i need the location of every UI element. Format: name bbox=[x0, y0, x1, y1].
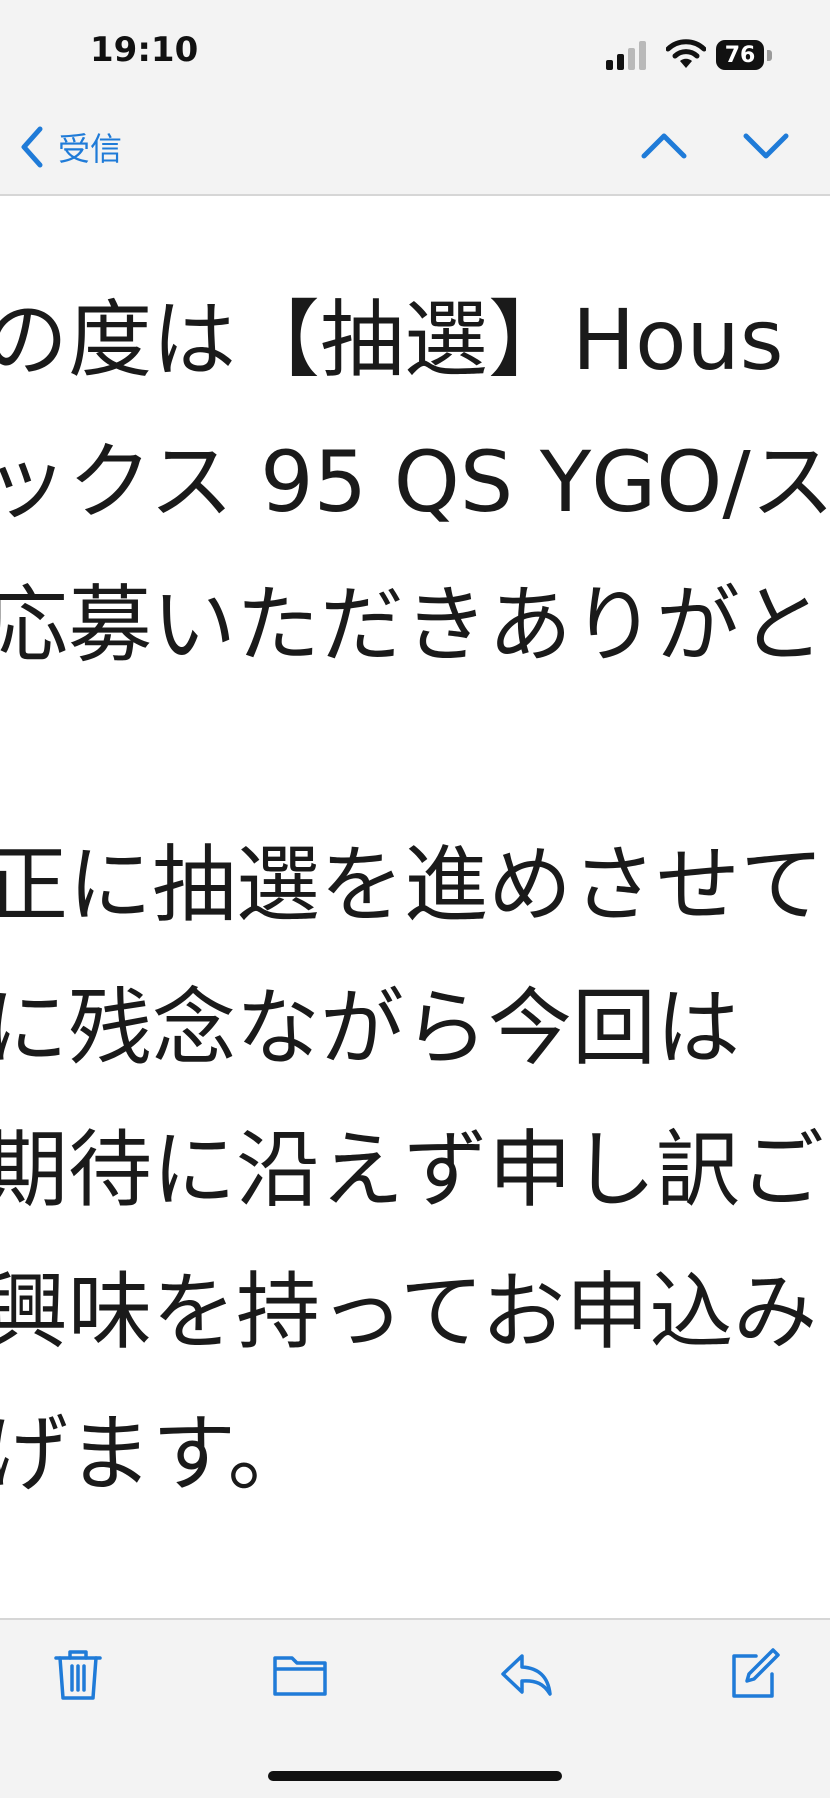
trash-icon bbox=[54, 1650, 102, 1700]
status-time: 19:10 bbox=[90, 30, 199, 70]
email-body-line: 興味を持ってお申込み bbox=[0, 1263, 818, 1361]
previous-message-button[interactable] bbox=[640, 126, 688, 166]
trash-button[interactable] bbox=[50, 1646, 106, 1702]
wifi-icon bbox=[666, 39, 706, 68]
email-body-line: 期待に沿えず申し訳ご bbox=[0, 1121, 825, 1219]
email-body-line: の度は【抽選】Hous bbox=[0, 291, 784, 389]
chevron-down-icon bbox=[743, 133, 789, 159]
compose-button[interactable] bbox=[726, 1646, 782, 1702]
folder-button[interactable] bbox=[272, 1646, 328, 1702]
chevron-left-icon bbox=[21, 126, 43, 168]
signal-icon bbox=[606, 41, 646, 70]
email-body-line: げます。 bbox=[0, 1405, 312, 1503]
back-button-label: 受信 bbox=[58, 130, 123, 168]
email-body-line: ックス 95 QS YGO/ス bbox=[0, 433, 830, 531]
home-indicator[interactable] bbox=[268, 1771, 562, 1781]
battery-icon: 76 bbox=[716, 40, 774, 70]
reply-button[interactable] bbox=[498, 1646, 554, 1702]
folder-icon bbox=[273, 1656, 327, 1696]
chevron-up-icon bbox=[641, 133, 687, 159]
compose-icon bbox=[732, 1648, 780, 1698]
email-body-line: に残念ながら今回は bbox=[0, 979, 741, 1077]
back-button[interactable]: 受信 bbox=[18, 122, 122, 172]
battery-level: 76 bbox=[716, 40, 764, 70]
reply-icon bbox=[501, 1654, 552, 1696]
email-body-line: 正に抽選を進めさせて bbox=[0, 836, 825, 934]
email-body-line: 応募いただきありがと bbox=[0, 576, 825, 674]
next-message-button[interactable] bbox=[742, 126, 790, 166]
